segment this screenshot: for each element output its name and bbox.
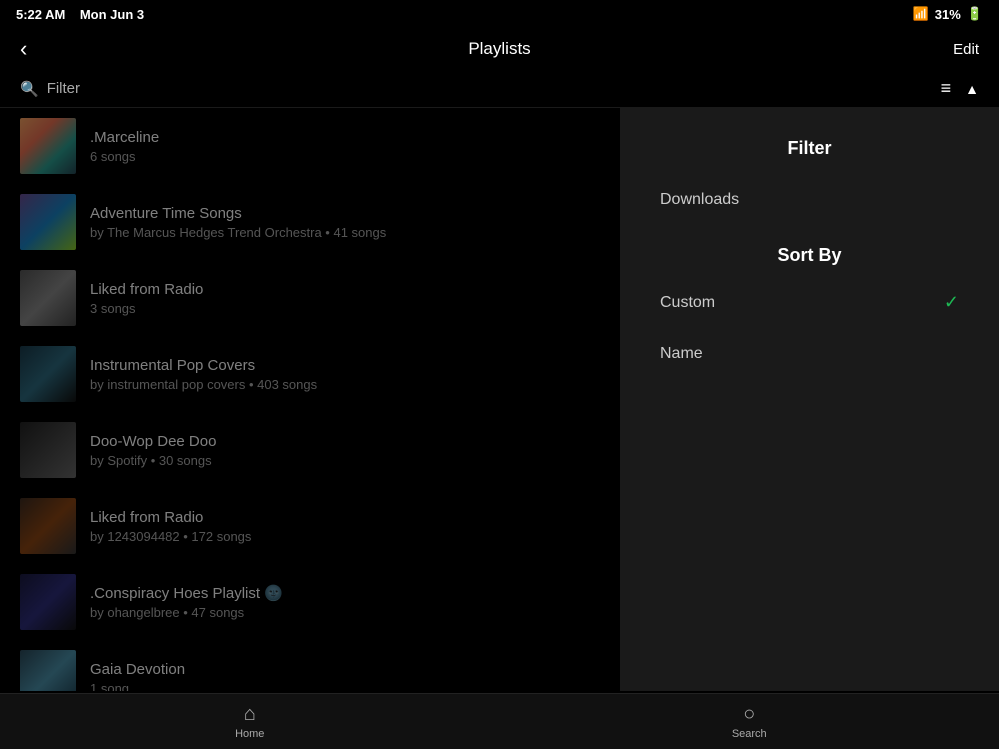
- playlist-name: Adventure Time Songs: [90, 205, 600, 222]
- list-item[interactable]: .Conspiracy Hoes Playlist 🌚 by ohangelbre…: [0, 564, 620, 640]
- playlist-name: .Conspiracy Hoes Playlist 🌚: [90, 584, 600, 602]
- battery-icon: 🔋: [967, 6, 983, 22]
- sort-custom-label: Custom: [660, 294, 715, 312]
- playlist-list: .Marceline 6 songs Adventure Time Songs by …: [0, 108, 620, 691]
- playlist-info: Liked from Radio 3 songs: [90, 281, 600, 316]
- battery-label: 31%: [935, 7, 961, 22]
- playlist-info: Doo-Wop Dee Doo by Spotify • 30 songs: [90, 433, 600, 468]
- status-time-date: 5:22 AM Mon Jun 3: [16, 7, 144, 22]
- playlist-info: Liked from Radio by 1243094482 • 172 song…: [90, 509, 600, 544]
- edit-button[interactable]: Edit: [953, 41, 979, 58]
- filter-panel: Filter Downloads Sort By Custom ✓ Name: [620, 108, 999, 691]
- list-item[interactable]: Adventure Time Songs by The Marcus Hedges…: [0, 184, 620, 260]
- playlist-subtitle: by instrumental pop covers • 403 songs: [90, 377, 600, 392]
- playlist-name: Doo-Wop Dee Doo: [90, 433, 600, 450]
- filter-bar: 🔍 Filter ≡ ▲: [0, 70, 999, 108]
- page-title: Playlists: [468, 39, 530, 59]
- list-item[interactable]: Doo-Wop Dee Doo by Spotify • 30 songs: [0, 412, 620, 488]
- nav-home[interactable]: ⌂ Home: [0, 703, 500, 740]
- playlist-thumbnail: [20, 574, 76, 630]
- main-layout: .Marceline 6 songs Adventure Time Songs by …: [0, 108, 999, 691]
- playlist-info: .Marceline 6 songs: [90, 129, 600, 164]
- playlist-name: Liked from Radio: [90, 281, 600, 298]
- menu-icon[interactable]: ≡: [941, 78, 952, 99]
- playlist-thumbnail: [20, 498, 76, 554]
- playlist-thumbnail: [20, 422, 76, 478]
- list-item[interactable]: .Marceline 6 songs: [0, 108, 620, 184]
- home-icon: ⌂: [244, 703, 256, 726]
- playlist-name: Instrumental Pop Covers: [90, 357, 600, 374]
- playlist-info: Adventure Time Songs by The Marcus Hedges…: [90, 205, 600, 240]
- status-date: Mon Jun 3: [80, 7, 144, 22]
- list-item[interactable]: Liked from Radio 3 songs: [0, 260, 620, 336]
- playlist-subtitle: 6 songs: [90, 149, 600, 164]
- filter-panel-title: Filter: [620, 128, 999, 175]
- playlist-thumbnail: [20, 650, 76, 691]
- playlist-thumbnail: [20, 270, 76, 326]
- status-bar: 5:22 AM Mon Jun 3 📶 31% 🔋: [0, 0, 999, 28]
- list-item[interactable]: Gaia Devotion 1 song: [0, 640, 620, 691]
- playlist-name: .Marceline: [90, 129, 600, 146]
- header: ‹ Playlists Edit: [0, 28, 999, 70]
- sort-name-option[interactable]: Name: [620, 329, 999, 379]
- search-nav-icon: ○: [743, 703, 755, 726]
- filter-label: Filter: [47, 80, 80, 97]
- list-item[interactable]: Instrumental Pop Covers by instrumental p…: [0, 336, 620, 412]
- playlist-thumbnail: [20, 118, 76, 174]
- playlist-info: Instrumental Pop Covers by instrumental p…: [90, 357, 600, 392]
- sort-custom-check: ✓: [944, 292, 959, 313]
- playlist-name: Gaia Devotion: [90, 661, 600, 678]
- playlist-subtitle: by Spotify • 30 songs: [90, 453, 600, 468]
- playlist-thumbnail: [20, 346, 76, 402]
- nav-home-label: Home: [235, 728, 264, 740]
- playlist-subtitle: 3 songs: [90, 301, 600, 316]
- nav-search-label: Search: [732, 728, 767, 740]
- status-right: 📶 31% 🔋: [913, 6, 983, 22]
- wifi-icon: 📶: [913, 6, 929, 22]
- sort-arrow-icon[interactable]: ▲: [965, 81, 979, 97]
- back-button[interactable]: ‹: [20, 36, 27, 62]
- playlist-subtitle: by 1243094482 • 172 songs: [90, 529, 600, 544]
- playlist-info: Gaia Devotion 1 song: [90, 661, 600, 692]
- list-item[interactable]: Liked from Radio by 1243094482 • 172 song…: [0, 488, 620, 564]
- playlist-name: Liked from Radio: [90, 509, 600, 526]
- downloads-filter-option[interactable]: Downloads: [620, 175, 999, 225]
- status-time: 5:22 AM: [16, 7, 65, 22]
- bottom-nav: ⌂ Home ○ Search: [0, 693, 999, 749]
- nav-search[interactable]: ○ Search: [500, 703, 999, 740]
- playlist-subtitle: by The Marcus Hedges Trend Orchestra • 4…: [90, 225, 600, 240]
- playlist-info: .Conspiracy Hoes Playlist 🌚 by ohangelbre…: [90, 584, 600, 620]
- sort-name-label: Name: [660, 345, 703, 363]
- filter-search-area[interactable]: 🔍 Filter: [20, 80, 80, 98]
- playlist-subtitle: 1 song: [90, 681, 600, 692]
- playlist-thumbnail: [20, 194, 76, 250]
- playlist-subtitle: by ohangelbree • 47 songs: [90, 605, 600, 620]
- sort-custom-option[interactable]: Custom ✓: [620, 276, 999, 329]
- downloads-label: Downloads: [660, 191, 739, 209]
- sort-by-title: Sort By: [620, 225, 999, 276]
- search-icon: 🔍: [20, 80, 39, 98]
